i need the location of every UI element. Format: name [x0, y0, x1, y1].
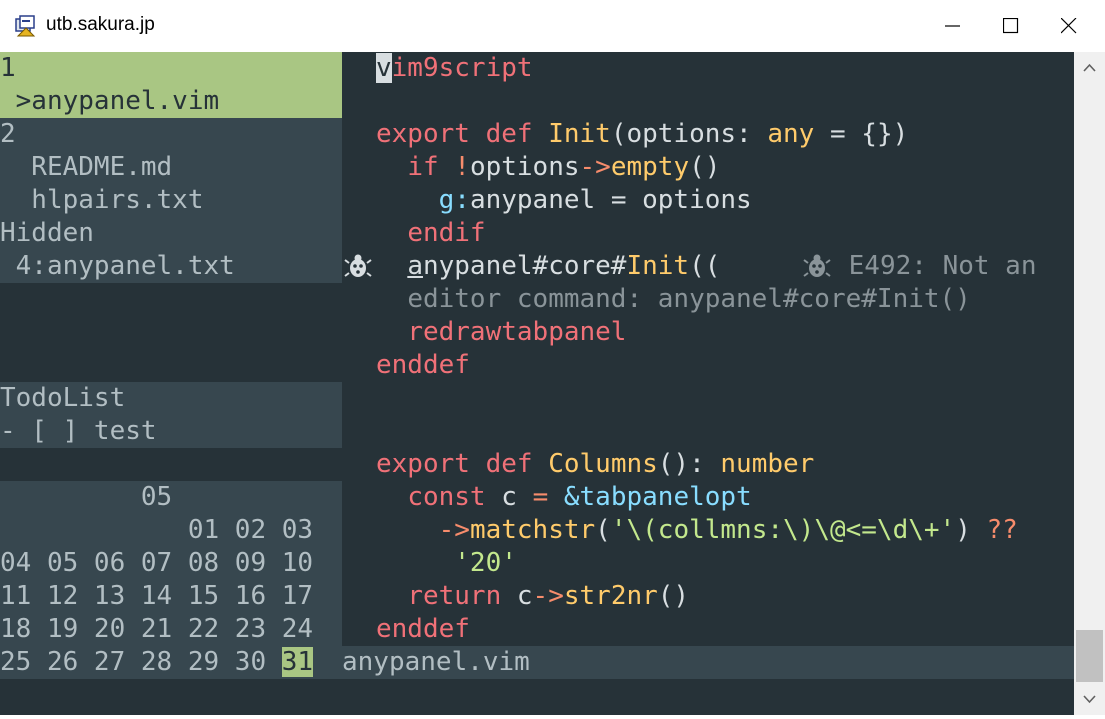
maximize-icon [1003, 18, 1019, 34]
code-line-5[interactable]: g:anypanel = options [376, 184, 752, 217]
tab-number-1[interactable]: 1 [0, 52, 342, 85]
code-line-6[interactable]: endif [376, 217, 485, 250]
scrollbar-thumb[interactable] [1076, 630, 1103, 682]
scroll-down-button[interactable] [1074, 683, 1105, 715]
title-bar: utb.sakura.jp [0, 0, 1105, 52]
cursor: v [376, 53, 392, 83]
calendar-week-2: 04 05 06 07 08 09 10 [0, 548, 314, 578]
calendar-month: 05 [140, 482, 173, 512]
error-message: E492: Not an [833, 251, 1037, 281]
window-title: utb.sakura.jp [46, 14, 155, 35]
calendar-week-3: 11 12 13 14 15 16 17 [0, 581, 314, 611]
close-icon [1061, 18, 1077, 34]
close-button[interactable] [1040, 0, 1098, 52]
code-line-16[interactable]: '20' [376, 547, 517, 580]
code-line-15[interactable]: ->matchstr('\(collmns:\)\@<=\d\+') ?? [376, 514, 1018, 547]
statusline-filename: anypanel.vim [342, 647, 530, 677]
tab-number-2[interactable]: 2 [0, 118, 342, 151]
tab-file-active[interactable]: >anypanel.vim [0, 85, 342, 118]
scroll-up-button[interactable] [1074, 52, 1105, 84]
code-line-1[interactable]: vim9script [376, 52, 533, 85]
code-line-3[interactable]: export def Init(options: any = {}) [376, 118, 908, 151]
code-line-13[interactable]: export def Columns(): number [376, 448, 814, 481]
hidden-file[interactable]: 4:anypanel.txt [0, 250, 342, 283]
error-message-cont: editor command: anypanel#core#Init() [407, 284, 971, 314]
code-line-17[interactable]: return c->str2nr() [376, 580, 689, 613]
chevron-down-icon [1083, 695, 1096, 704]
app-icon[interactable] [14, 14, 38, 38]
todo-title: TodoList [0, 383, 126, 413]
tab-file-hlpairs[interactable]: hlpairs.txt [0, 184, 342, 217]
code-line-10[interactable]: enddef [376, 349, 470, 382]
todo-item[interactable]: - [ ] test [0, 415, 342, 448]
minimize-button[interactable] [924, 0, 982, 52]
error-bug-icon [803, 253, 831, 285]
hidden-label: Hidden [0, 218, 94, 248]
vim-terminal[interactable]: 1 >anypanel.vim 2 README.md hlpairs.txt … [0, 52, 1074, 715]
code-line-9[interactable]: redrawtabpanel [376, 316, 626, 349]
calendar-week-1: 01 02 03 [0, 515, 314, 545]
code-line-14[interactable]: const c = &tabpanelopt [376, 481, 751, 514]
code-line-18[interactable]: enddef [376, 613, 470, 646]
calendar-week-4: 18 19 20 21 22 23 24 [0, 614, 314, 644]
minimize-icon [945, 25, 960, 27]
calendar-week-5: 25 26 27 28 29 30 31 [0, 647, 314, 677]
tab-file-readme[interactable]: README.md [0, 151, 342, 184]
bug-sign-icon [344, 253, 372, 285]
maximize-button[interactable] [982, 0, 1040, 52]
vertical-scrollbar[interactable] [1074, 52, 1105, 715]
chevron-up-icon [1083, 63, 1096, 72]
code-line-7[interactable]: anypanel#core#Init(( [376, 250, 720, 283]
calendar-today: 31 [281, 647, 314, 677]
code-line-4[interactable]: if !options->empty() [376, 151, 720, 184]
